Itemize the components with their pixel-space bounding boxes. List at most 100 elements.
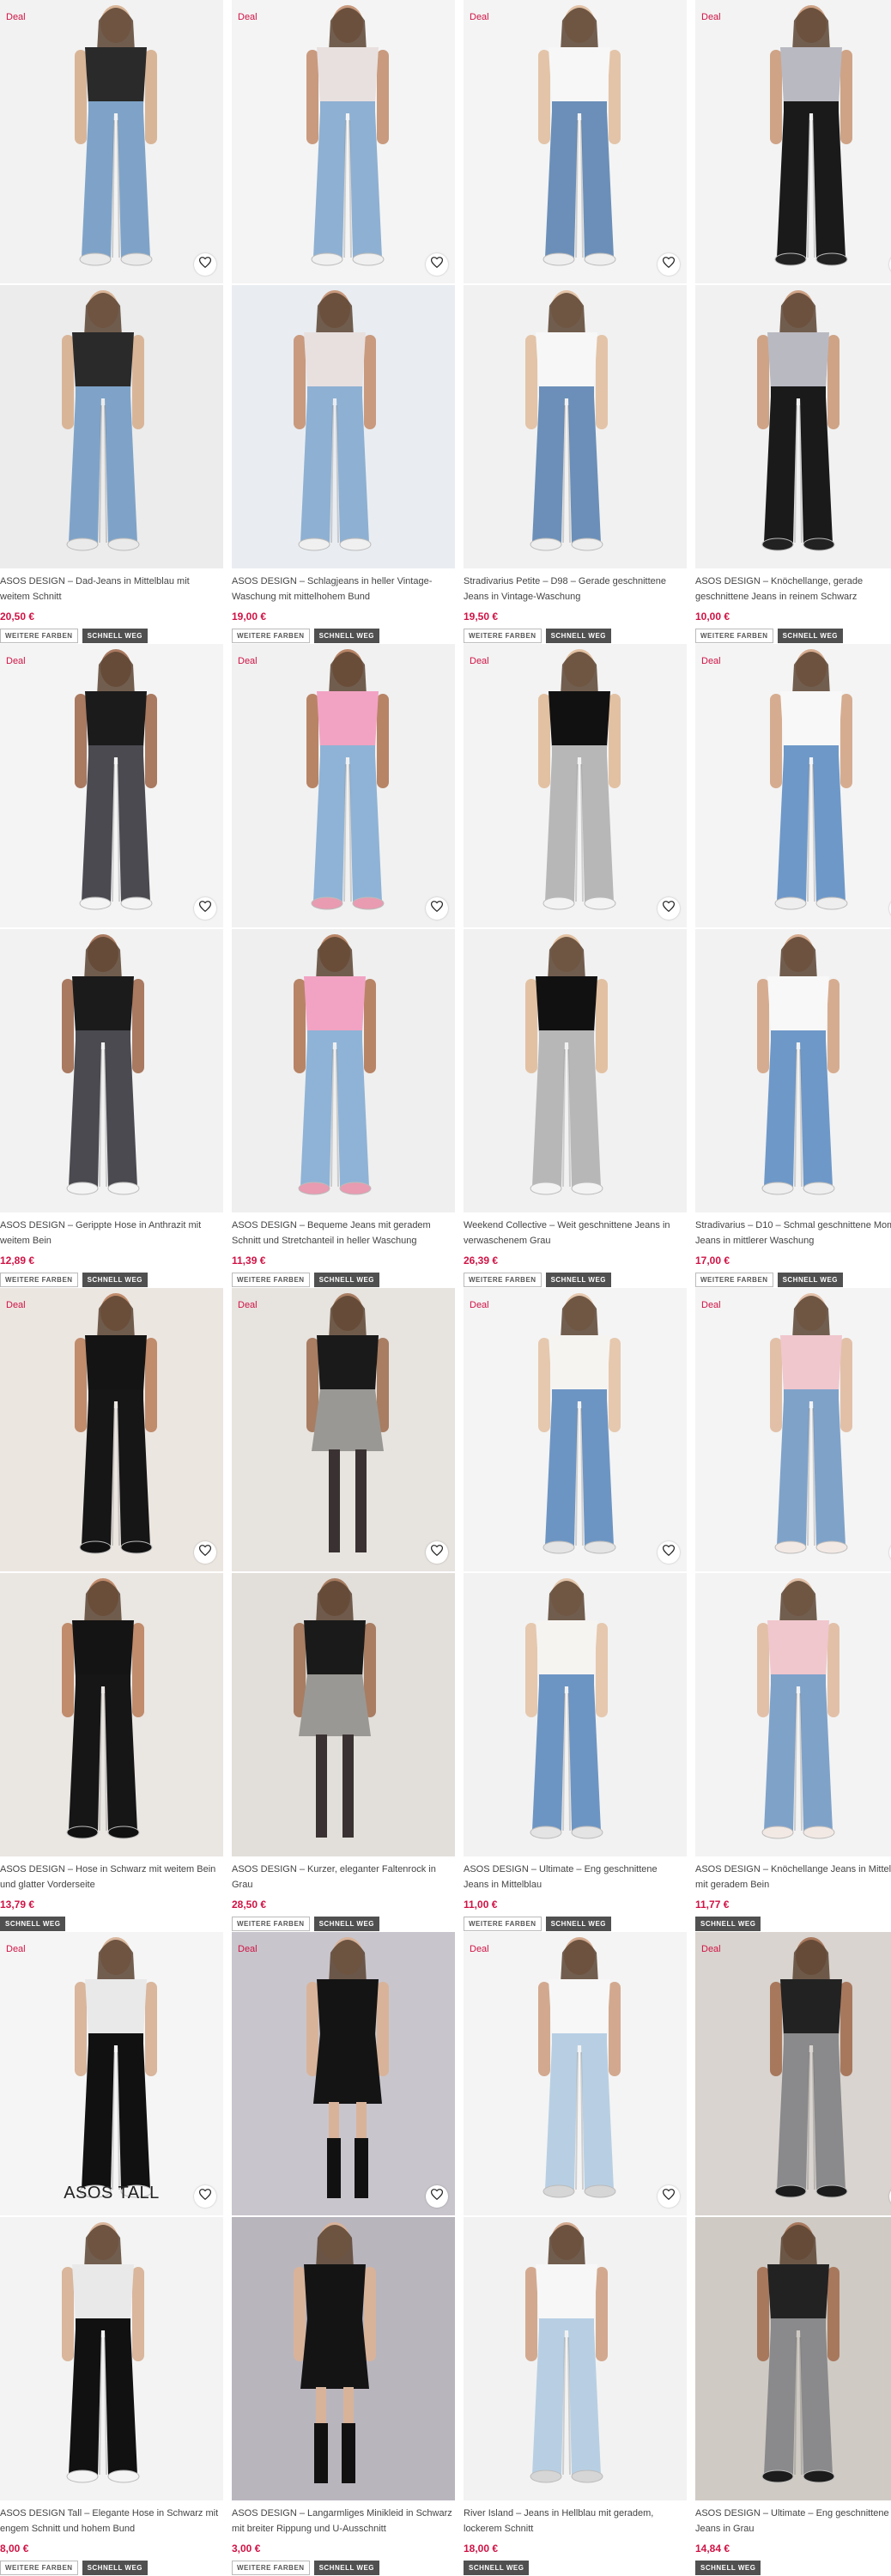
product-title[interactable]: Weekend Collective – Weit geschnittene J…: [464, 1218, 685, 1250]
product-card[interactable]: Deal ASOS DESIGN – Hose in Schwarz mit we…: [0, 1288, 223, 1932]
product-grid: Deal ASOS DESIGN – Dad-Jeans in Mittelbla…: [0, 0, 891, 2576]
product-image[interactable]: [232, 644, 455, 927]
deal-badge: Deal: [470, 12, 489, 22]
product-image[interactable]: [464, 1932, 687, 2215]
product-image-alt[interactable]: [695, 285, 891, 568]
product-image-alt[interactable]: [232, 1573, 455, 1856]
selling-fast-badge: SCHNELL WEG: [82, 1273, 148, 1287]
product-image-alt[interactable]: [232, 929, 455, 1212]
product-image[interactable]: [232, 1932, 455, 2215]
product-image[interactable]: [464, 644, 687, 927]
save-for-later-button[interactable]: [194, 2185, 216, 2208]
product-title[interactable]: ASOS DESIGN – Schlagjeans in heller Vint…: [232, 574, 453, 606]
deal-badge: Deal: [470, 1944, 489, 1954]
selling-fast-badge: SCHNELL WEG: [313, 1917, 380, 1931]
product-title[interactable]: ASOS DESIGN Tall – Elegante Hose in Schw…: [0, 2506, 221, 2538]
selling-fast-badge: SCHNELL WEG: [464, 2561, 530, 2575]
product-title[interactable]: ASOS DESIGN – Langarmliges Minikleid in …: [232, 2506, 453, 2538]
product-image[interactable]: [695, 1932, 891, 2215]
product-price: 17,00 €: [695, 1255, 730, 1267]
product-image[interactable]: [232, 1288, 455, 1571]
product-title[interactable]: ASOS DESIGN – Kurzer, eleganter Faltenro…: [232, 1862, 453, 1894]
product-title[interactable]: ASOS DESIGN – Knöchellange Jeans in Mitt…: [695, 1862, 891, 1894]
product-image-alt[interactable]: [0, 929, 223, 1212]
product-image[interactable]: [464, 0, 687, 283]
product-image[interactable]: [0, 1932, 223, 2215]
product-image[interactable]: [0, 1288, 223, 1571]
product-image[interactable]: [695, 644, 891, 927]
product-image-alt[interactable]: [464, 929, 687, 1212]
product-image[interactable]: [0, 644, 223, 927]
product-card[interactable]: Deal Stradivarius Petite – D98 – Gerade g…: [464, 0, 687, 644]
save-for-later-button[interactable]: [658, 1541, 680, 1564]
product-image-alt[interactable]: [232, 285, 455, 568]
product-image[interactable]: [464, 1288, 687, 1571]
product-image-alt[interactable]: [0, 2217, 223, 2500]
save-for-later-button[interactable]: [658, 253, 680, 276]
save-for-later-button[interactable]: [658, 897, 680, 920]
product-card[interactable]: Deal ASOS DESIGN – Bequeme Jeans mit gera…: [232, 644, 455, 1288]
save-for-later-button[interactable]: [194, 1541, 216, 1564]
product-image-alt[interactable]: [695, 1573, 891, 1856]
product-title[interactable]: Stradivarius Petite – D98 – Gerade gesch…: [464, 574, 685, 606]
product-card[interactable]: Deal ASOS DESIGN – Dad-Jeans in Mittelbla…: [0, 0, 223, 644]
save-for-later-button[interactable]: [658, 2185, 680, 2208]
product-card[interactable]: Deal ASOS DESIGN – Knöchellange Jeans in …: [695, 1288, 891, 1932]
product-title[interactable]: River Island – Jeans in Hellblau mit ger…: [464, 2506, 685, 2538]
product-badges: WEITERE FARBEN SCHNELL WEG: [0, 629, 148, 643]
product-card[interactable]: Deal ASOS TALL ASOS DESIGN Tall – Elegante…: [0, 1932, 223, 2576]
product-image[interactable]: [0, 0, 223, 283]
product-image[interactable]: [695, 1288, 891, 1571]
product-title[interactable]: ASOS DESIGN – Dad-Jeans in Mittelblau mi…: [0, 574, 221, 606]
product-price: 20,50 €: [0, 611, 35, 623]
product-badges: SCHNELL WEG: [0, 1917, 66, 1931]
product-card[interactable]: Deal ASOS DESIGN – Knöchellange, gerade g…: [695, 0, 891, 644]
product-card[interactable]: Deal ASOS DESIGN – Langarmliges Minikleid…: [232, 1932, 455, 2576]
product-image-alt[interactable]: [232, 2217, 455, 2500]
heart-icon: [198, 901, 212, 916]
save-for-later-button[interactable]: [426, 897, 448, 920]
product-card[interactable]: Deal ASOS DESIGN – Ultimate – Eng geschni…: [695, 1932, 891, 2576]
product-card[interactable]: Deal Weekend Collective – Weit geschnitte…: [464, 644, 687, 1288]
product-image-alt[interactable]: [0, 1573, 223, 1856]
product-price: 13,79 €: [0, 1899, 35, 1911]
product-image-alt[interactable]: [0, 285, 223, 568]
product-price: 11,00 €: [464, 1899, 498, 1911]
save-for-later-button[interactable]: [426, 1541, 448, 1564]
product-title[interactable]: ASOS DESIGN – Gerippte Hose in Anthrazit…: [0, 1218, 221, 1250]
product-card[interactable]: Deal ASOS DESIGN – Ultimate – Eng geschni…: [464, 1288, 687, 1932]
product-image-alt[interactable]: [464, 1573, 687, 1856]
save-for-later-button[interactable]: [426, 253, 448, 276]
product-card[interactable]: Deal ASOS DESIGN – Gerippte Hose in Anthr…: [0, 644, 223, 1288]
product-title[interactable]: ASOS DESIGN – Knöchellange, gerade gesch…: [695, 574, 891, 606]
deal-badge: Deal: [701, 1300, 721, 1310]
save-for-later-button[interactable]: [194, 253, 216, 276]
deal-badge: Deal: [6, 1300, 26, 1310]
product-price: 18,00 €: [464, 2543, 499, 2555]
product-price: 28,50 €: [232, 1899, 267, 1911]
heart-icon: [430, 901, 444, 916]
product-title[interactable]: ASOS DESIGN – Hose in Schwarz mit weitem…: [0, 1862, 221, 1894]
product-price: 3,00 €: [232, 2543, 261, 2555]
product-image-alt[interactable]: [695, 2217, 891, 2500]
save-for-later-button[interactable]: [194, 897, 216, 920]
product-title[interactable]: Stradivarius – D10 – Schmal geschnittene…: [695, 1218, 891, 1250]
product-title[interactable]: ASOS DESIGN – Ultimate – Eng geschnitten…: [464, 1862, 685, 1894]
product-card[interactable]: Deal Stradivarius – D10 – Schmal geschnit…: [695, 644, 891, 1288]
product-card[interactable]: Deal ASOS DESIGN – Kurzer, eleganter Falt…: [232, 1288, 455, 1932]
more-colors-badge: WEITERE FARBEN: [232, 1917, 310, 1931]
product-image-alt[interactable]: [464, 2217, 687, 2500]
product-price: 11,77 €: [695, 1899, 730, 1911]
product-badges: WEITERE FARBEN SCHNELL WEG: [464, 629, 612, 643]
more-colors-badge: WEITERE FARBEN: [464, 629, 542, 643]
product-card[interactable]: Deal ASOS DESIGN – Schlagjeans in heller …: [232, 0, 455, 644]
product-image[interactable]: [232, 0, 455, 283]
product-image[interactable]: [695, 0, 891, 283]
product-image-alt[interactable]: [695, 929, 891, 1212]
product-title[interactable]: ASOS DESIGN – Ultimate – Eng geschnitten…: [695, 2506, 891, 2538]
product-card[interactable]: Deal River Island – Jeans in Hellblau mit…: [464, 1932, 687, 2576]
deal-badge: Deal: [701, 1944, 721, 1954]
product-image-alt[interactable]: [464, 285, 687, 568]
save-for-later-button[interactable]: [426, 2185, 448, 2208]
product-title[interactable]: ASOS DESIGN – Bequeme Jeans mit geradem …: [232, 1218, 453, 1250]
